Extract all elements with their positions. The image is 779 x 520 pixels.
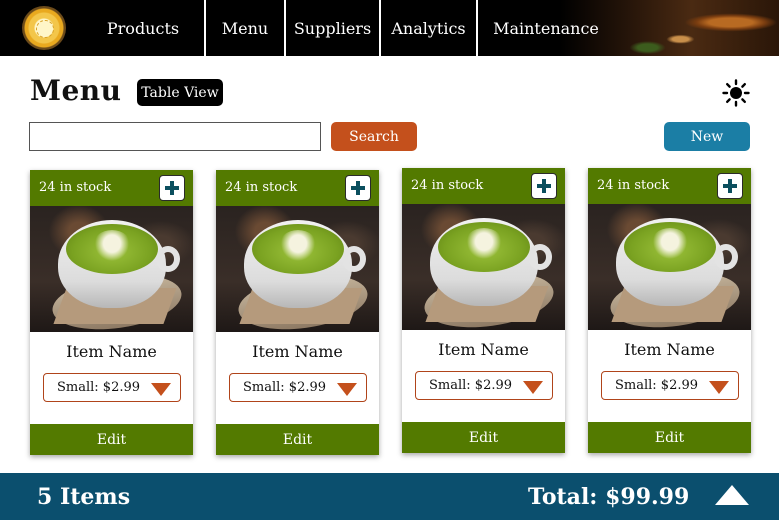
add-icon[interactable] xyxy=(345,175,371,201)
top-nav: Products Menu Suppliers Analytics Mainte… xyxy=(0,0,779,56)
menu-item-card: 24 in stock Item Name Small: $2.99 Edit xyxy=(30,170,193,455)
lemon-tea-icon[interactable] xyxy=(22,6,66,50)
chevron-down-icon xyxy=(523,381,543,394)
triangle-up-icon[interactable] xyxy=(715,485,749,505)
add-icon[interactable] xyxy=(159,175,185,201)
add-icon[interactable] xyxy=(531,173,557,199)
stock-count: 24 in stock xyxy=(39,180,112,195)
add-icon[interactable] xyxy=(717,173,743,199)
chevron-down-icon xyxy=(337,383,357,396)
stock-count: 24 in stock xyxy=(597,178,670,193)
size-selected-value: Small: $2.99 xyxy=(615,378,699,393)
item-name: Item Name xyxy=(624,340,715,359)
search-input[interactable] xyxy=(29,122,321,151)
sun-icon[interactable] xyxy=(722,79,750,107)
chevron-down-icon xyxy=(709,381,729,394)
stock-count: 24 in stock xyxy=(411,178,484,193)
search-button[interactable]: Search xyxy=(331,122,417,151)
edit-button[interactable]: Edit xyxy=(402,422,565,453)
size-select[interactable]: Small: $2.99 xyxy=(229,373,367,402)
nav-item-products[interactable]: Products xyxy=(82,0,204,56)
edit-button[interactable]: Edit xyxy=(216,424,379,455)
card-header: 24 in stock xyxy=(30,170,193,206)
matcha-latte-photo xyxy=(30,206,193,332)
nav-item-menu[interactable]: Menu xyxy=(204,0,284,56)
nav-item-suppliers[interactable]: Suppliers xyxy=(284,0,379,56)
stock-count: 24 in stock xyxy=(225,180,298,195)
size-select[interactable]: Small: $2.99 xyxy=(415,371,553,400)
new-item-button[interactable]: New xyxy=(664,122,750,151)
cart-total: Total: $99.99 xyxy=(528,484,690,510)
item-name: Item Name xyxy=(66,342,157,361)
size-select[interactable]: Small: $2.99 xyxy=(43,373,181,402)
size-selected-value: Small: $2.99 xyxy=(57,380,141,395)
edit-button[interactable]: Edit xyxy=(588,422,751,453)
matcha-latte-photo xyxy=(216,206,379,332)
nav-item-maintenance[interactable]: Maintenance xyxy=(476,0,614,56)
card-header: 24 in stock xyxy=(216,170,379,206)
table-view-button[interactable]: Table View xyxy=(137,79,223,106)
menu-item-card: 24 in stock Item Name Small: $2.99 Edit xyxy=(402,168,565,453)
menu-item-card: 24 in stock Item Name Small: $2.99 Edit xyxy=(588,168,751,453)
item-count: 5 Items xyxy=(37,484,131,510)
size-selected-value: Small: $2.99 xyxy=(243,380,327,395)
nav-item-analytics[interactable]: Analytics xyxy=(379,0,476,56)
card-header: 24 in stock xyxy=(402,168,565,204)
size-select[interactable]: Small: $2.99 xyxy=(601,371,739,400)
menu-item-card: 24 in stock Item Name Small: $2.99 Edit xyxy=(216,170,379,455)
item-name: Item Name xyxy=(438,340,529,359)
matcha-latte-photo xyxy=(588,204,751,330)
cart-footer: 5 Items Total: $99.99 xyxy=(0,473,779,520)
matcha-latte-photo xyxy=(402,204,565,330)
edit-button[interactable]: Edit xyxy=(30,424,193,455)
item-name: Item Name xyxy=(252,342,343,361)
size-selected-value: Small: $2.99 xyxy=(429,378,513,393)
chevron-down-icon xyxy=(151,383,171,396)
card-header: 24 in stock xyxy=(588,168,751,204)
page-title: Menu xyxy=(30,74,122,107)
